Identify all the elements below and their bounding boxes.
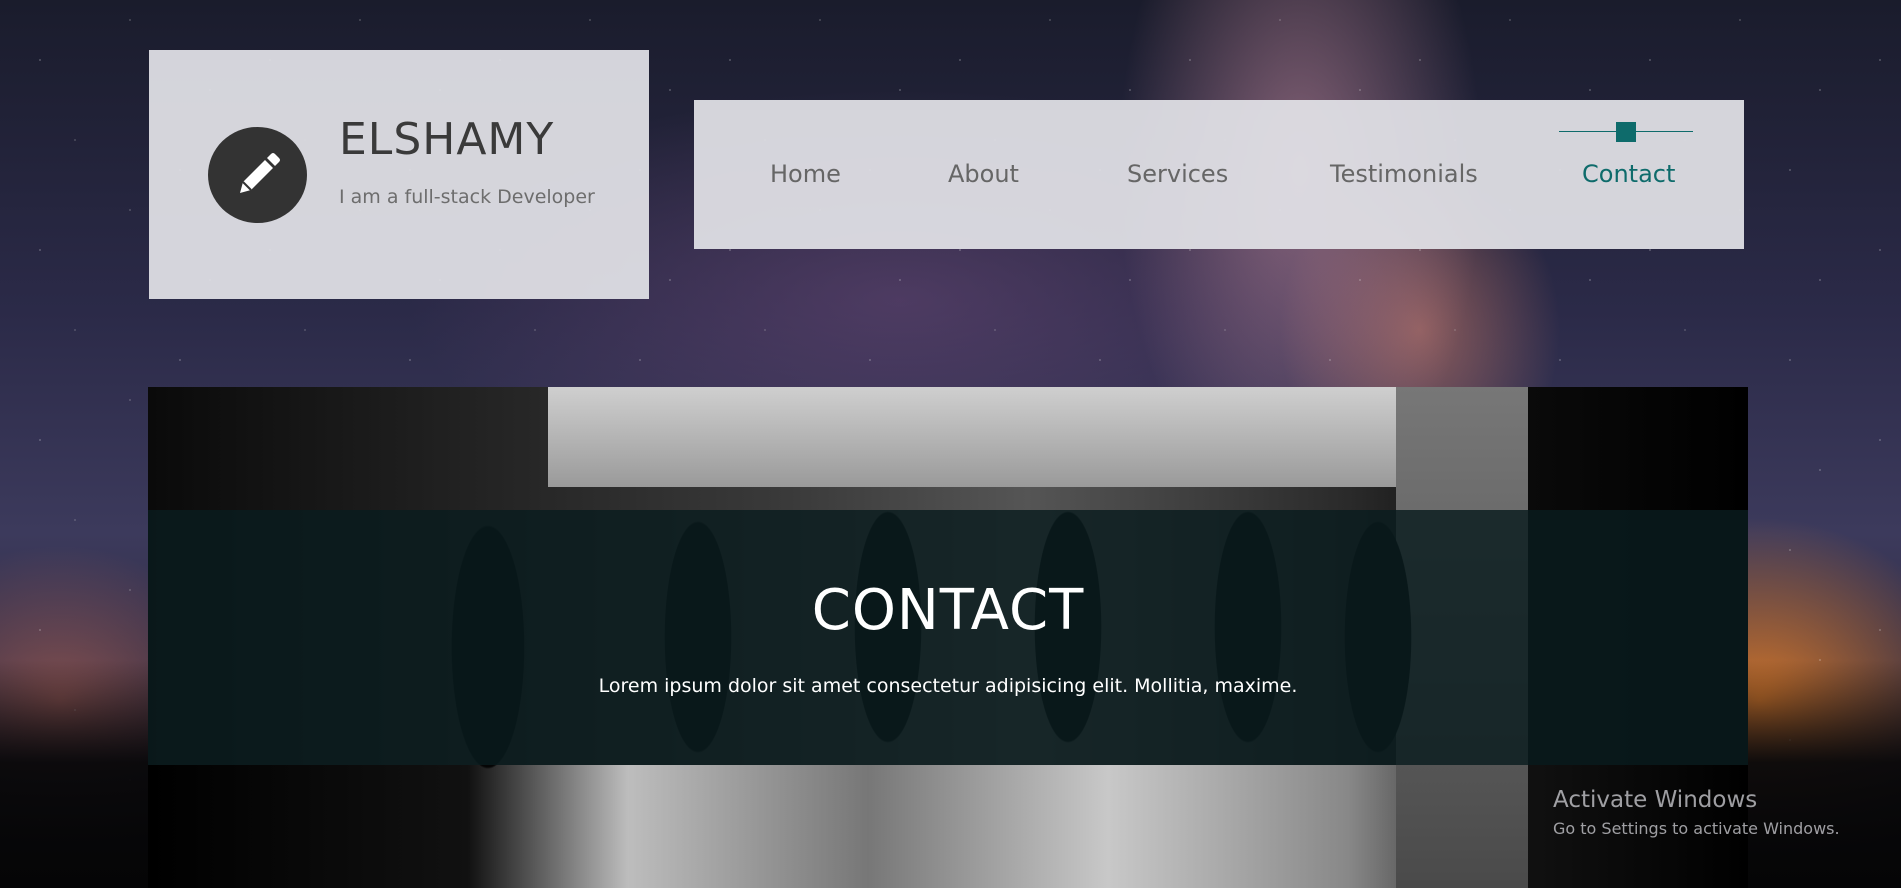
hero-overlay: CONTACT Lorem ipsum dolor sit amet conse… [148, 510, 1748, 765]
active-nav-indicator [1559, 121, 1693, 143]
logo[interactable] [208, 127, 307, 223]
indicator-square [1616, 122, 1636, 142]
watermark-title: Activate Windows [1553, 787, 1758, 813]
nav-item-contact[interactable]: Contact [1582, 160, 1675, 188]
hero-description: Lorem ipsum dolor sit amet consectetur a… [598, 675, 1298, 697]
page-title: CONTACT [811, 578, 1085, 643]
main-nav: Home About Services Testimonials Contact [694, 100, 1744, 249]
nav-item-about[interactable]: About [948, 160, 1019, 188]
nav-item-services[interactable]: Services [1127, 160, 1228, 188]
nav-item-testimonials[interactable]: Testimonials [1330, 160, 1478, 188]
brand-card: ELSHAMY I am a full-stack Developer [149, 50, 649, 299]
pencil-icon [240, 153, 280, 193]
nav-item-home[interactable]: Home [770, 160, 841, 188]
activate-windows-watermark: Activate Windows Go to Settings to activ… [1553, 787, 1840, 838]
brand-name[interactable]: ELSHAMY [339, 114, 554, 165]
watermark-subtitle: Go to Settings to activate Windows. [1553, 819, 1840, 838]
brand-tagline: I am a full-stack Developer [339, 186, 595, 208]
